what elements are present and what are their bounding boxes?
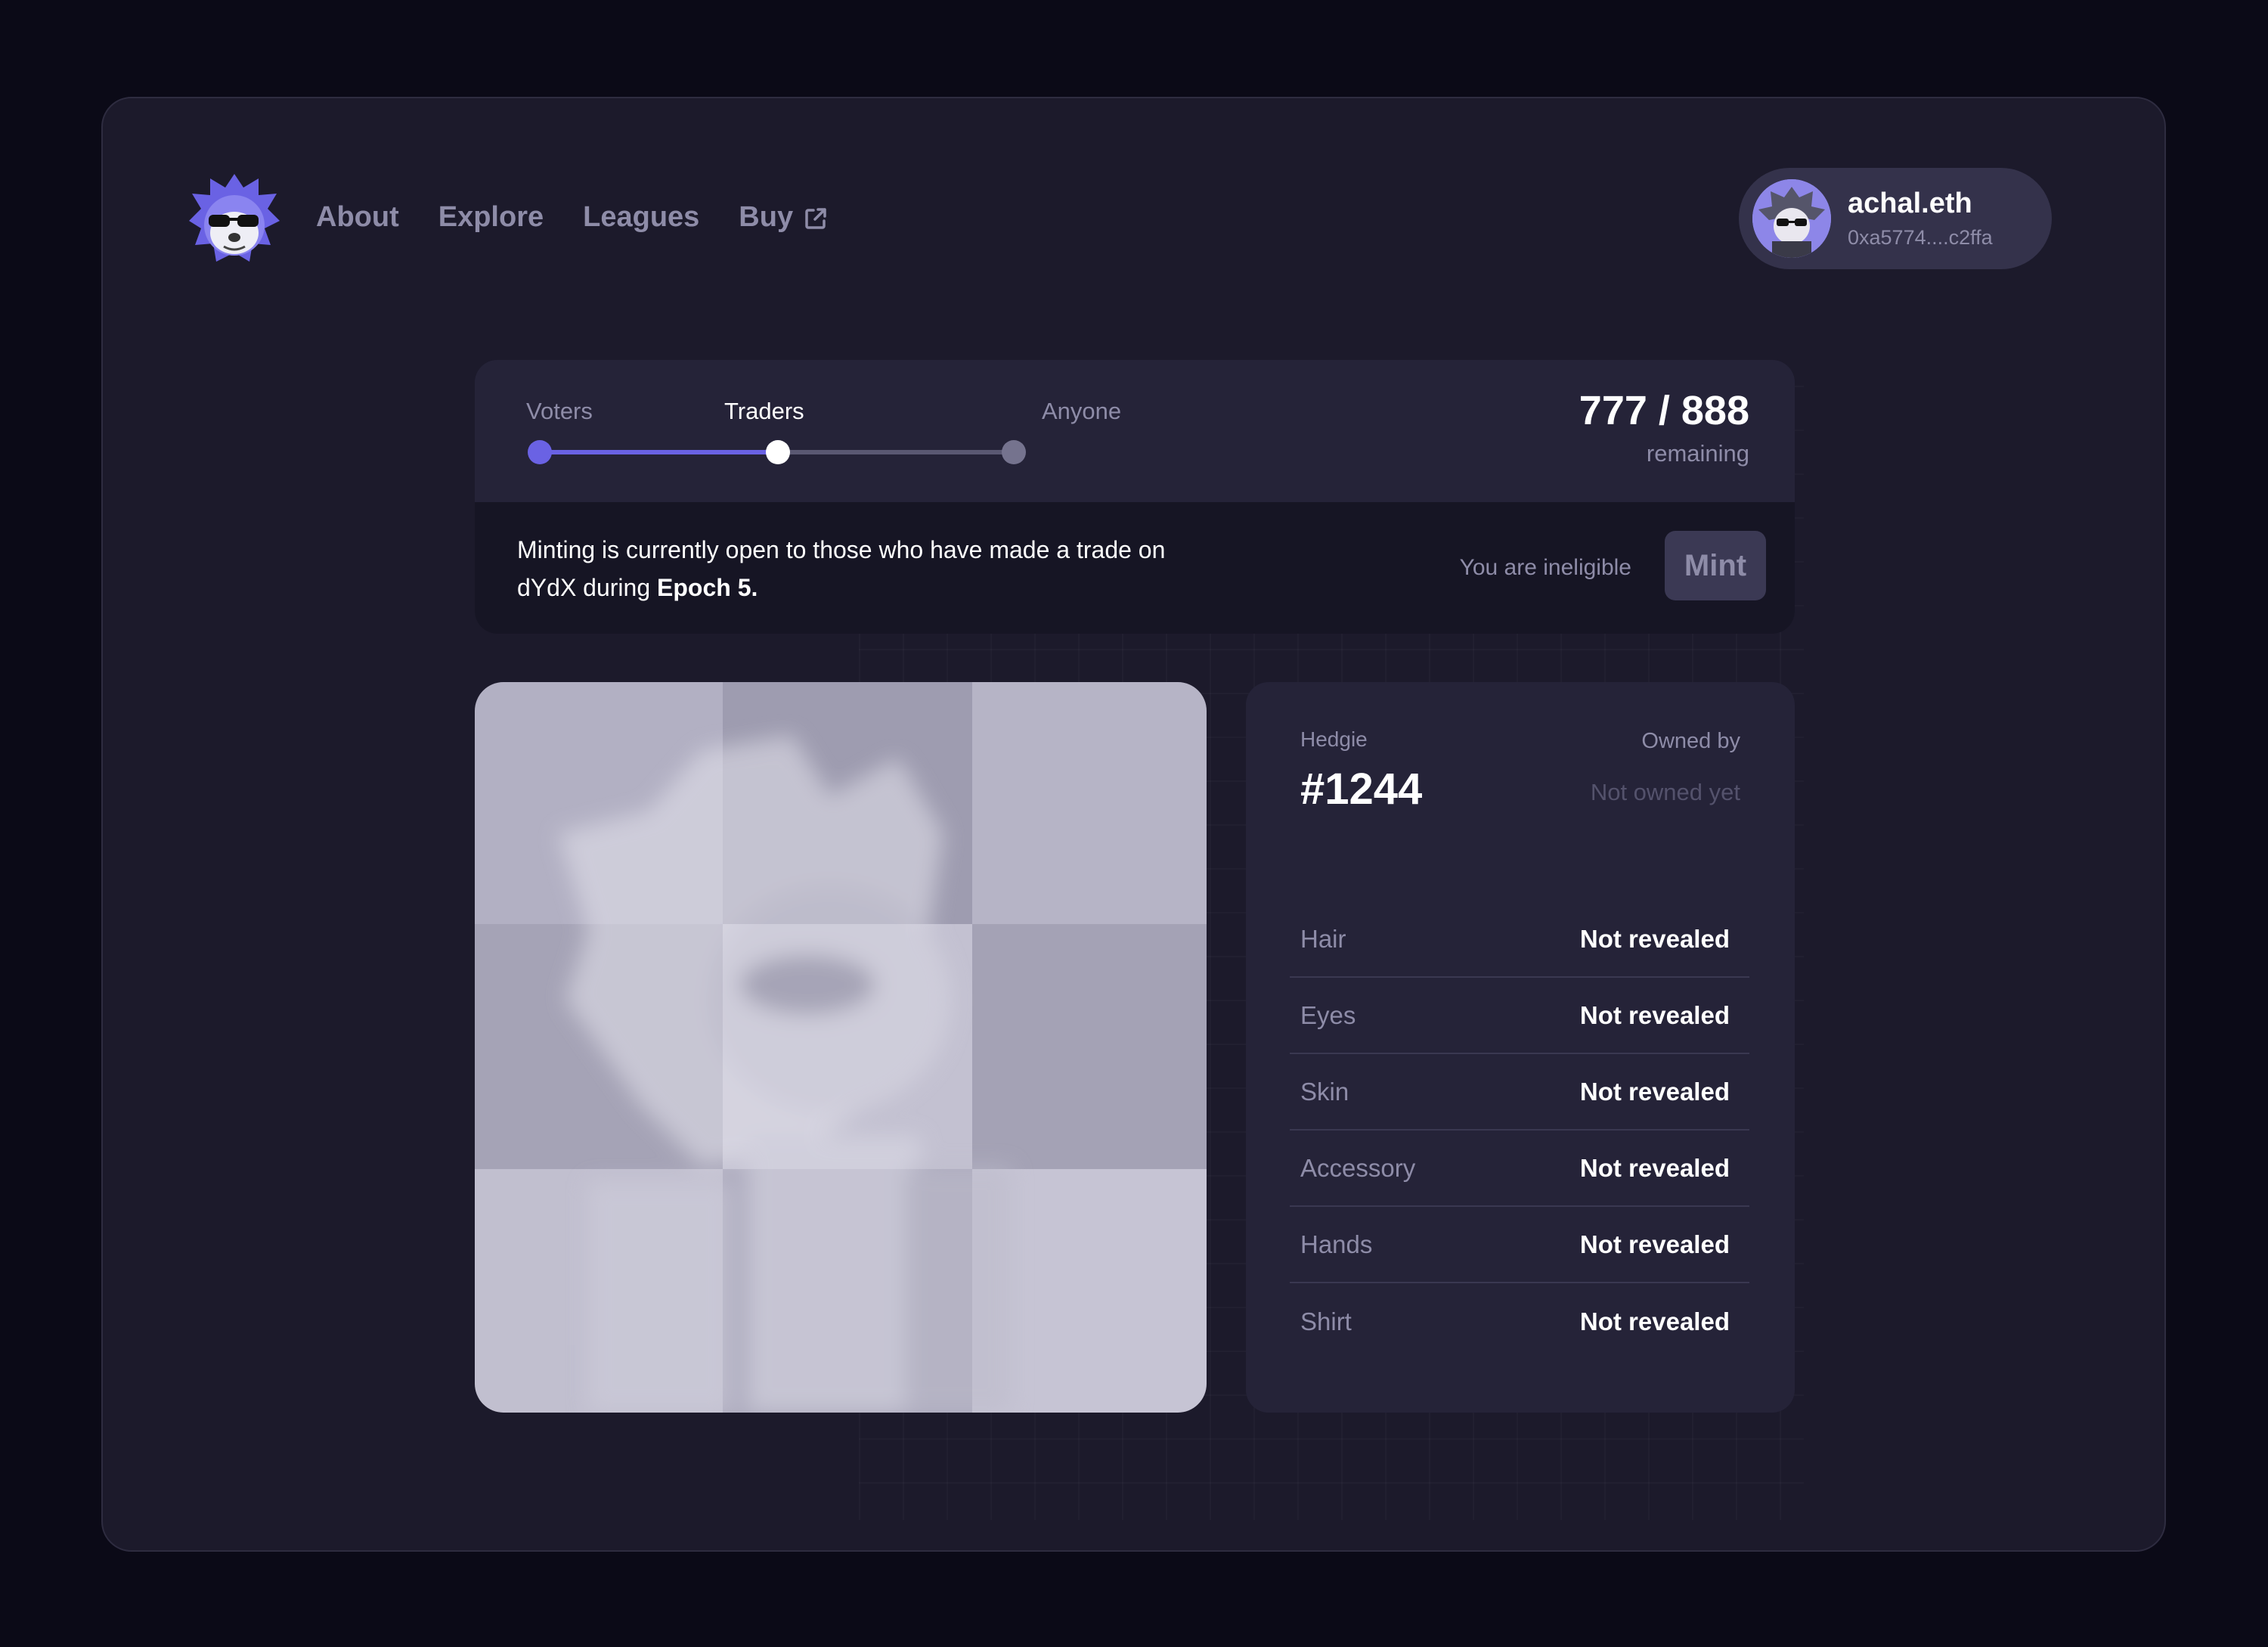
trait-value: Not revealed — [1579, 1230, 1730, 1258]
hedgie-id: #1244 — [1300, 765, 1423, 814]
trait-value: Not revealed — [1579, 924, 1730, 953]
trait-name: Shirt — [1300, 1307, 1352, 1335]
main-nav: About Explore Leagues Buy — [316, 201, 828, 234]
nav-buy[interactable]: Buy — [739, 201, 828, 234]
trait-name: Hair — [1300, 924, 1346, 953]
nav-explore-label: Explore — [438, 201, 544, 233]
account-info: achal.eth 0xa5774....c2ffa — [1848, 188, 1993, 250]
phase-voters: Voters — [526, 398, 593, 424]
mint-message: Minting is currently open to those who h… — [517, 531, 1198, 606]
trait-name: Accessory — [1300, 1153, 1416, 1182]
phase-track-fill — [543, 450, 778, 454]
trait-value: Not revealed — [1579, 1307, 1730, 1335]
hedgie-image — [475, 682, 1207, 1413]
phase-traders: Traders — [724, 398, 804, 424]
external-link-icon — [804, 206, 828, 230]
account-address: 0xa5774....c2ffa — [1848, 226, 1993, 249]
phase-dot-anyone — [1002, 440, 1026, 464]
trait-row-accessory: Accessory Not revealed — [1290, 1131, 1749, 1207]
supply-counter: 777 / 888 remaining — [1579, 387, 1749, 467]
nav-explore[interactable]: Explore — [438, 201, 544, 234]
app-window: About Explore Leagues Buy achal.eth 0xa5… — [101, 97, 2166, 1552]
hedgie-logo-icon[interactable] — [186, 171, 283, 268]
mint-progress: Voters Traders Anyone 777 / 888 remainin… — [475, 360, 1795, 502]
owned-by-label: Owned by — [1641, 729, 1740, 753]
phase-dot-traders — [766, 440, 790, 464]
account-name: achal.eth — [1848, 188, 1972, 219]
hedgie-silhouette-icon — [475, 682, 1207, 1413]
phase-dot-voters — [528, 440, 552, 464]
trait-value: Not revealed — [1579, 1077, 1730, 1106]
nav-leagues[interactable]: Leagues — [583, 201, 699, 234]
account-button[interactable]: achal.eth 0xa5774....c2ffa — [1739, 168, 2052, 269]
avatar — [1752, 179, 1831, 258]
nav-about-label: About — [316, 201, 399, 233]
trait-value: Not revealed — [1579, 1153, 1730, 1182]
trait-name: Eyes — [1300, 1000, 1356, 1029]
supply-count-label: remaining — [1646, 440, 1749, 467]
eligibility-status: You are ineligible — [1459, 555, 1631, 580]
mint-panel: Voters Traders Anyone 777 / 888 remainin… — [475, 360, 1795, 634]
trait-row-shirt: Shirt Not revealed — [1290, 1283, 1749, 1360]
trait-name: Skin — [1300, 1077, 1349, 1106]
owner-value: Not owned yet — [1590, 779, 1740, 805]
hedgie-details: Hedgie #1244 Owned by Not owned yet Hair… — [1246, 682, 1795, 1413]
trait-row-eyes: Eyes Not revealed — [1290, 978, 1749, 1054]
mint-action-bar: Minting is currently open to those who h… — [475, 502, 1795, 634]
trait-row-skin: Skin Not revealed — [1290, 1054, 1749, 1131]
trait-row-hands: Hands Not revealed — [1290, 1207, 1749, 1283]
phase-anyone: Anyone — [1042, 398, 1122, 424]
mint-message-text: Minting is currently open to those who h… — [517, 536, 1166, 601]
hedgie-label: Hedgie — [1300, 727, 1368, 751]
trait-name: Hands — [1300, 1230, 1373, 1258]
nav-leagues-label: Leagues — [583, 201, 700, 233]
mint-message-epoch: Epoch 5. — [657, 574, 758, 601]
nav-buy-label: Buy — [739, 201, 794, 233]
trait-row-hair: Hair Not revealed — [1290, 901, 1749, 978]
mint-button[interactable]: Mint — [1665, 531, 1766, 600]
trait-value: Not revealed — [1579, 1000, 1730, 1029]
supply-count: 777 / 888 — [1579, 388, 1749, 433]
nav-about[interactable]: About — [316, 201, 399, 234]
